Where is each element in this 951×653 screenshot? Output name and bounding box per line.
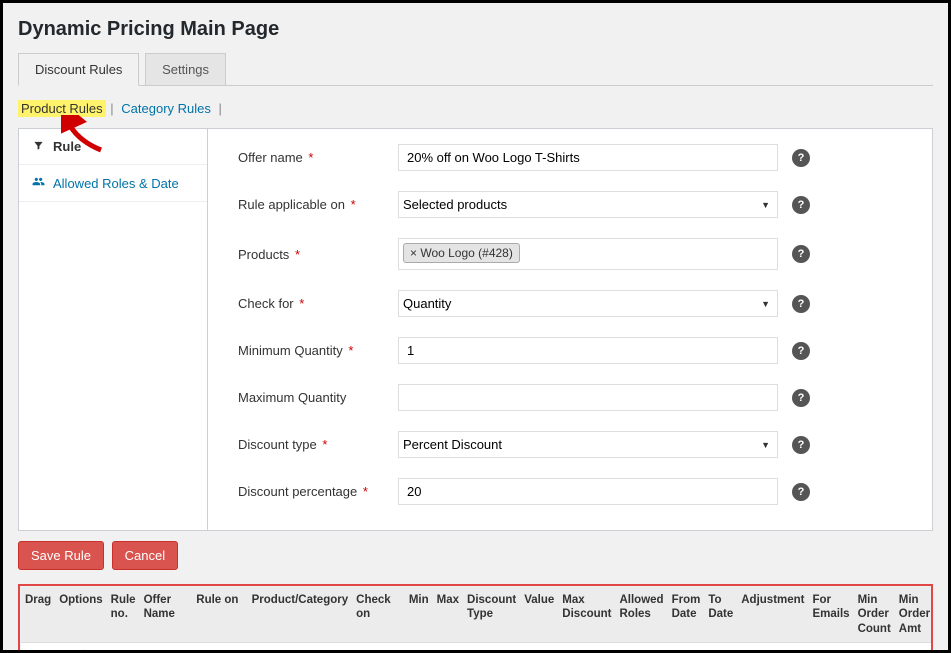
th-for-emails: For Emails xyxy=(809,587,854,643)
cell-to-date: - xyxy=(704,643,737,653)
trash-icon[interactable]: 🗑 xyxy=(76,649,93,653)
cell-max: 5 xyxy=(433,643,463,653)
th-discount-type: Discount Type xyxy=(463,587,520,643)
th-offer-name: Offer Name xyxy=(140,587,193,643)
save-button[interactable]: Save Rule xyxy=(18,541,104,570)
help-icon[interactable]: ? xyxy=(792,342,810,360)
users-icon xyxy=(31,175,45,191)
label-rule-applicable: Rule applicable on * xyxy=(238,197,398,212)
sidebar: Rule Allowed Roles & Date xyxy=(18,128,208,531)
th-rule-no: Rule no. xyxy=(107,587,140,643)
th-options: Options xyxy=(55,587,106,643)
cell-adjustment: - xyxy=(737,643,808,653)
th-max: Max xyxy=(433,587,463,643)
cancel-button[interactable]: Cancel xyxy=(112,541,178,570)
product-token[interactable]: × Woo Logo (#428) xyxy=(403,243,520,263)
th-rule-on: Rule on xyxy=(192,587,247,643)
th-value: Value xyxy=(520,587,558,643)
tabs: Discount Rules Settings xyxy=(18,53,933,86)
th-min: Min xyxy=(405,587,433,643)
rule-applicable-select[interactable]: Selected products xyxy=(398,191,778,218)
help-icon[interactable]: ? xyxy=(792,245,810,263)
help-icon[interactable]: ? xyxy=(792,389,810,407)
label-products: Products * xyxy=(238,247,398,262)
th-drag: Drag xyxy=(21,587,55,643)
help-icon[interactable]: ? xyxy=(792,483,810,501)
cell-from-date: - xyxy=(668,643,705,653)
label-offer-name: Offer name * xyxy=(238,150,398,165)
th-max-discount: Max Discount xyxy=(558,587,615,643)
th-product-category: Product/Category xyxy=(248,587,353,643)
subnav-product-rules[interactable]: Product Rules xyxy=(18,100,106,117)
cell-discount-type: Percent Discount xyxy=(463,643,520,653)
cell-offer-name: 10% off on Woo Hoodie xyxy=(140,643,193,653)
edit-icon[interactable]: ✎ xyxy=(59,649,70,653)
help-icon[interactable]: ? xyxy=(792,149,810,167)
help-icon[interactable]: ? xyxy=(792,295,810,313)
table-row: ⋮⋮⋮⋮✎🗑110% off on Woo HoodieProductsWoo … xyxy=(21,643,933,653)
cell-max-discount: - xyxy=(558,643,615,653)
th-adjustment: Adjustment xyxy=(737,587,808,643)
cell-min-order-count: - xyxy=(854,643,895,653)
help-icon[interactable]: ? xyxy=(792,436,810,454)
cell-min-order-amt: - xyxy=(895,643,933,653)
label-discount-pct: Discount percentage * xyxy=(238,484,398,499)
sidebar-item-label: Rule xyxy=(53,139,81,154)
cell-min: 2 xyxy=(405,643,433,653)
th-from-date: From Date xyxy=(668,587,705,643)
cell-for-emails: - xyxy=(809,643,854,653)
help-icon[interactable]: ? xyxy=(792,196,810,214)
form-area: Offer name * ? Rule applicable on * Sele… xyxy=(208,128,933,531)
sidebar-item-label: Allowed Roles & Date xyxy=(53,176,179,191)
filter-icon xyxy=(31,139,45,154)
products-token-input[interactable]: × Woo Logo (#428) xyxy=(398,238,778,270)
offer-name-input[interactable] xyxy=(398,144,778,171)
cell-product-category: Woo Hoodie (A101) xyxy=(248,643,353,653)
cell-check-on: Quantity xyxy=(352,643,405,653)
label-discount-type: Discount type * xyxy=(238,437,398,452)
th-to-date: To Date xyxy=(704,587,737,643)
discount-pct-input[interactable] xyxy=(398,478,778,505)
cell-allowed-roles: - xyxy=(615,643,667,653)
min-qty-input[interactable] xyxy=(398,337,778,364)
rules-table: Drag Options Rule no. Offer Name Rule on… xyxy=(21,587,933,653)
label-min-qty: Minimum Quantity * xyxy=(238,343,398,358)
th-check-on: Check on xyxy=(352,587,405,643)
page-title: Dynamic Pricing Main Page xyxy=(18,18,933,41)
label-check-for: Check for * xyxy=(238,296,398,311)
cell-rule-on: Products xyxy=(192,643,247,653)
check-for-select[interactable]: Quantity xyxy=(398,290,778,317)
separator: | xyxy=(219,101,222,116)
tab-settings[interactable]: Settings xyxy=(145,53,226,85)
th-min-order-amt: Min Order Amt xyxy=(895,587,933,643)
th-min-order-count: Min Order Count xyxy=(854,587,895,643)
th-allowed-roles: Allowed Roles xyxy=(615,587,667,643)
subnav-category-rules[interactable]: Category Rules xyxy=(118,100,214,117)
cell-value: 10 xyxy=(520,643,558,653)
actions: Save Rule Cancel xyxy=(18,541,933,570)
label-max-qty: Maximum Quantity xyxy=(238,390,398,405)
cell-rule-no: 1 xyxy=(107,643,140,653)
subnav: Product Rules | Category Rules | xyxy=(18,101,933,116)
discount-type-select[interactable]: Percent Discount xyxy=(398,431,778,458)
tab-discount-rules[interactable]: Discount Rules xyxy=(18,53,139,86)
separator: | xyxy=(110,101,113,116)
rules-table-wrap: Drag Options Rule no. Offer Name Rule on… xyxy=(18,584,933,653)
sidebar-item-rule[interactable]: Rule xyxy=(19,129,207,165)
max-qty-input[interactable] xyxy=(398,384,778,411)
sidebar-item-allowed[interactable]: Allowed Roles & Date xyxy=(19,165,207,202)
